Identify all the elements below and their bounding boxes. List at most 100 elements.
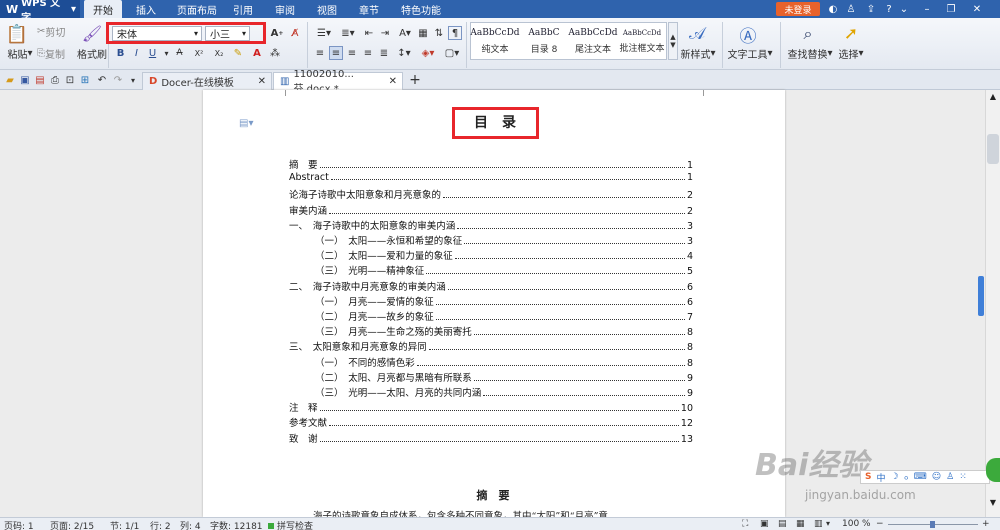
- table-icon[interactable]: ▦: [416, 26, 430, 40]
- tab-page-layout[interactable]: 页面布局: [170, 0, 224, 18]
- scroll-thumb[interactable]: [987, 134, 999, 164]
- vertical-scrollbar[interactable]: ▲ ▼: [985, 90, 1000, 517]
- tab-view[interactable]: 视图: [310, 0, 344, 18]
- strikethrough-button[interactable]: A: [172, 46, 187, 60]
- style-plain-text[interactable]: AaBbCcDd 纯文本: [470, 23, 519, 59]
- grow-font-icon[interactable]: A +: [270, 26, 284, 40]
- toc-entry[interactable]: 致 谢 13: [289, 431, 693, 445]
- chevron-down-icon[interactable]: ▾: [128, 73, 138, 87]
- tab-special-features[interactable]: 特色功能: [394, 0, 448, 18]
- close-icon[interactable]: ✕: [970, 2, 984, 16]
- zoom-level[interactable]: 100 %: [842, 519, 871, 529]
- minimize-icon[interactable]: –: [920, 2, 934, 16]
- tab-insert[interactable]: 插入: [126, 0, 166, 18]
- tab-chapter[interactable]: 章节: [352, 0, 386, 18]
- toc-entry[interactable]: 注 释 10: [289, 400, 693, 414]
- help-icon[interactable]: ?: [882, 2, 896, 16]
- view-reading-icon[interactable]: ▥: [814, 519, 823, 529]
- chevron-down-icon[interactable]: ▾: [162, 46, 171, 60]
- view-web-icon[interactable]: ▦: [796, 519, 805, 529]
- toc-entry[interactable]: （二） 月亮——故乡的象征 7: [315, 309, 693, 323]
- zoom-in-icon[interactable]: +: [982, 519, 990, 529]
- highlight-color-icon[interactable]: ✎: [230, 46, 246, 60]
- text-direction-icon[interactable]: A▾: [396, 26, 414, 40]
- new-tab-button[interactable]: +: [407, 72, 423, 88]
- toc-entry[interactable]: 论海子诗歌中太阳意象和月亮意象的 2: [289, 187, 693, 201]
- decrease-indent-icon[interactable]: ⇤: [362, 26, 376, 40]
- show-marks-icon[interactable]: ¶: [448, 26, 462, 40]
- side-panel-handle[interactable]: [978, 276, 984, 316]
- font-color-icon[interactable]: A: [250, 46, 264, 60]
- style-toc-8[interactable]: AaBbC 目录 8: [520, 23, 568, 59]
- paste-button[interactable]: 粘贴 ▾: [4, 46, 36, 61]
- tab-home[interactable]: 开始: [84, 0, 122, 18]
- open-folder-icon[interactable]: ▰: [4, 73, 16, 87]
- numbered-list-icon[interactable]: ≣▾: [337, 26, 359, 40]
- shading-icon[interactable]: ◈▾: [418, 46, 438, 60]
- bold-button[interactable]: B: [114, 46, 127, 60]
- close-icon[interactable]: ✕: [258, 76, 266, 87]
- toc-entry[interactable]: （三） 光明——精神象征 5: [315, 263, 693, 277]
- toc-entry[interactable]: 审美内涵 2: [289, 203, 693, 217]
- spell-check-toggle[interactable]: 拼写检查: [268, 519, 313, 530]
- save-icon[interactable]: ▣: [19, 73, 31, 87]
- toc-entry[interactable]: （三） 月亮——生命之殇的美丽寄托 8: [315, 324, 693, 338]
- export-pdf-icon[interactable]: ▤: [34, 73, 46, 87]
- justify-icon[interactable]: ≡: [361, 46, 375, 60]
- borders-icon[interactable]: ▢▾: [442, 46, 462, 60]
- underline-button[interactable]: U: [146, 46, 159, 60]
- align-left-icon[interactable]: ≡: [313, 46, 327, 60]
- toc-entry[interactable]: 二、 海子诗歌中月亮意象的审美内涵 6: [289, 279, 693, 293]
- toc-entry[interactable]: 摘 要 1: [289, 157, 693, 171]
- binoculars-icon[interactable]: ⌕: [795, 22, 821, 46]
- status-word-count[interactable]: 字数: 12181: [210, 519, 263, 530]
- subscript-button[interactable]: X₂: [210, 46, 228, 60]
- style-endnote-text[interactable]: AaBbCcDd 尾注文本: [568, 23, 617, 59]
- floating-badge[interactable]: [986, 458, 1000, 482]
- chevron-down-icon[interactable]: ▾: [826, 519, 830, 528]
- superscript-button[interactable]: X²: [190, 46, 208, 60]
- view-fullscreen-icon[interactable]: ⛶: [742, 519, 748, 529]
- cut-button[interactable]: ✂ 剪切: [37, 24, 77, 39]
- document-page[interactable]: ▤▾ 目 录 摘 要 1 Abstract 1 论海子诗歌中太阳意象和月亮意象的 2 审美内…: [203, 90, 785, 517]
- cursor-arrow-icon[interactable]: ➚: [840, 22, 862, 46]
- skin-icon[interactable]: ◐: [826, 2, 840, 16]
- toc-entry[interactable]: Abstract 1: [289, 172, 693, 183]
- redo-icon[interactable]: ↷: [112, 73, 124, 87]
- login-button[interactable]: 未登录: [776, 2, 820, 16]
- distributed-icon[interactable]: ≣: [377, 46, 391, 60]
- restore-icon[interactable]: ❐: [944, 2, 958, 16]
- zoom-out-icon[interactable]: −: [876, 519, 884, 529]
- shirt-icon[interactable]: ♙: [844, 2, 858, 16]
- italic-button[interactable]: I: [130, 46, 143, 60]
- select-button[interactable]: 选择 ▾: [836, 46, 866, 61]
- new-style-icon[interactable]: 𝒜: [684, 22, 710, 46]
- toc-entry[interactable]: 一、 海子诗歌中的太阳意象的审美内涵 3: [289, 218, 693, 232]
- ime-toolbar[interactable]: S 中 ☽ ⸰ ⌨ ☺ ♙ ⁙: [860, 470, 990, 484]
- close-icon[interactable]: ✕: [389, 76, 397, 87]
- clear-format-icon[interactable]: A̸: [288, 26, 302, 40]
- toc-entry[interactable]: （一） 月亮——爱情的象征 6: [315, 294, 693, 308]
- toc-entry[interactable]: 参考文献 12: [289, 415, 693, 429]
- print-preview-icon[interactable]: ⊡: [64, 73, 76, 87]
- print-setup-icon[interactable]: ⊞: [79, 73, 91, 87]
- style-balloon-text[interactable]: AaBbCcDd 批注框文本: [618, 23, 666, 59]
- sort-icon[interactable]: ⇅: [432, 26, 446, 40]
- align-center-icon[interactable]: ≡: [329, 46, 343, 60]
- toc-entry[interactable]: （一） 太阳——永恒和希望的象征 3: [315, 233, 693, 247]
- increase-indent-icon[interactable]: ⇥: [378, 26, 392, 40]
- text-tools-button[interactable]: 文字工具 ▾: [726, 46, 774, 61]
- copy-button[interactable]: ⎘ 复制: [37, 46, 77, 61]
- tab-current-document[interactable]: ▥ 11002010...芬.docx * ✕: [273, 69, 403, 95]
- zoom-slider-thumb[interactable]: [930, 521, 935, 528]
- paste-icon[interactable]: 📋: [6, 22, 28, 46]
- scroll-down-icon[interactable]: ▼: [988, 498, 998, 508]
- view-outline-icon[interactable]: ▤: [778, 519, 787, 529]
- format-painter-button[interactable]: 格式刷: [76, 46, 108, 61]
- line-spacing-icon[interactable]: ↕▾: [394, 46, 414, 60]
- bullet-list-icon[interactable]: ☰▾: [313, 26, 335, 40]
- toc-entry[interactable]: （二） 太阳、月亮都与黑暗有所联系 9: [315, 370, 693, 384]
- toc-entry[interactable]: 三、 太阳意象和月亮意象的异同 8: [289, 339, 693, 353]
- scroll-up-icon[interactable]: ▲: [988, 92, 998, 102]
- tab-docer-templates[interactable]: D Docer-在线模板 ✕: [142, 72, 272, 90]
